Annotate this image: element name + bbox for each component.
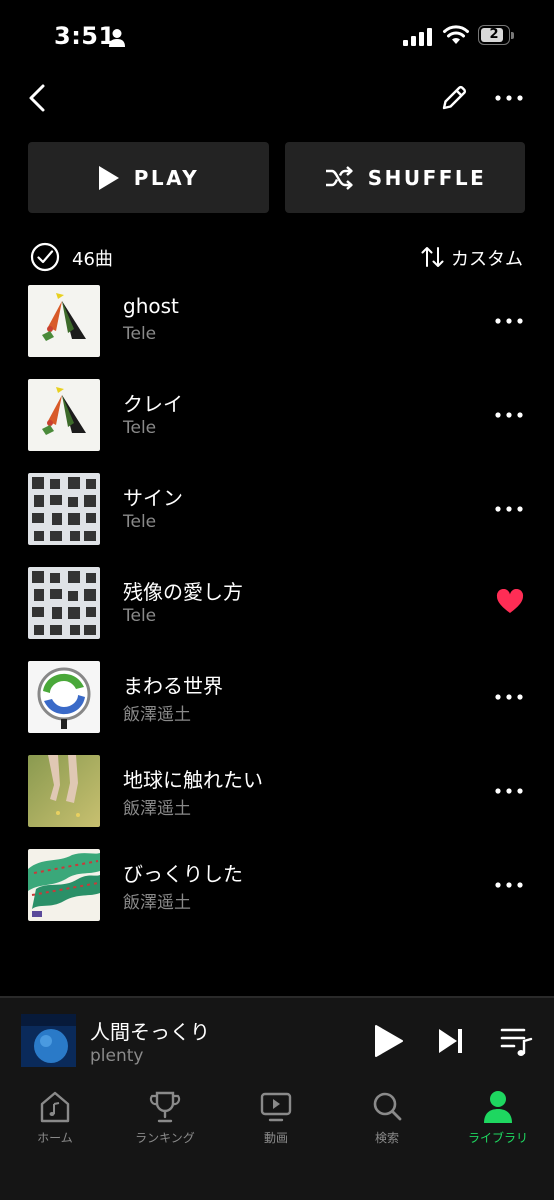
shuffle-button[interactable]: SHUFFLE [285, 142, 525, 213]
nav-label-search: 検索 [374, 1131, 399, 1145]
track-row[interactable]: ghost Tele [0, 285, 554, 379]
battery-level: 2 [489, 27, 499, 42]
nav-item-video[interactable]: 動画 [221, 1090, 331, 1150]
track-artist: Tele [123, 324, 157, 344]
album-art [28, 661, 100, 733]
album-art [28, 379, 100, 451]
video-icon [260, 1092, 292, 1122]
person-icon [109, 29, 125, 47]
home-icon [40, 1091, 70, 1123]
wifi-icon [443, 25, 469, 44]
track-artist: Tele [123, 512, 157, 532]
track-more-icon[interactable] [494, 495, 524, 523]
track-artist: Tele [123, 606, 157, 626]
sort-label[interactable]: カスタム [451, 245, 523, 271]
bottom-navigation: ホーム ランキング 動画 検索 ライブラリ [0, 1082, 554, 1200]
trophy-icon [149, 1091, 181, 1123]
play-icon [98, 165, 119, 190]
track-more-icon[interactable] [494, 871, 524, 899]
track-count: 46曲 [72, 249, 113, 270]
track-title: ghost [123, 294, 179, 318]
track-row[interactable]: クレイ Tele [0, 379, 554, 473]
album-art [28, 285, 100, 357]
track-row[interactable]: 地球に触れたい 飯澤遥土 [0, 755, 554, 849]
sort-icon[interactable] [421, 246, 445, 268]
track-title: サイン [123, 486, 183, 510]
nav-label-library: ライブラリ [467, 1131, 528, 1145]
play-all-button[interactable]: PLAY [28, 142, 269, 213]
nav-item-home[interactable]: ホーム [0, 1090, 110, 1150]
now-playing-art [21, 1014, 76, 1067]
shuffle-icon [325, 165, 353, 190]
track-more-icon[interactable] [494, 777, 524, 805]
track-artist: Tele [123, 418, 157, 438]
track-title: クレイ [123, 392, 183, 416]
nav-label-video: 動画 [263, 1131, 288, 1145]
track-title: 残像の愛し方 [123, 580, 243, 604]
nav-item-search[interactable]: 検索 [332, 1090, 442, 1150]
play-label: PLAY [133, 165, 200, 190]
edit-pencil-icon[interactable] [438, 82, 470, 114]
more-options-icon[interactable] [494, 84, 524, 112]
album-art [28, 567, 100, 639]
track-row[interactable]: まわる世界 飯澤遥土 [0, 661, 554, 755]
album-art [28, 849, 100, 921]
track-artist: 飯澤遥土 [123, 799, 191, 819]
battery-indicator: 2 [478, 25, 516, 47]
library-icon [484, 1091, 512, 1123]
nav-item-ranking[interactable]: ランキング [110, 1090, 220, 1150]
track-artist: 飯澤遥土 [123, 705, 191, 725]
nav-item-library[interactable]: ライブラリ [443, 1090, 553, 1150]
signal-icon [403, 28, 432, 46]
queue-icon[interactable] [500, 1025, 534, 1057]
shuffle-label: SHUFFLE [367, 165, 487, 190]
track-row[interactable]: びっくりした 飯澤遥土 [0, 849, 554, 943]
heart-icon[interactable] [496, 589, 524, 615]
search-icon [373, 1092, 402, 1121]
status-time: 3:51 [54, 22, 116, 50]
play-icon[interactable] [372, 1024, 404, 1058]
back-button[interactable] [24, 82, 54, 114]
nav-label-ranking: ランキング [135, 1131, 195, 1145]
track-title: びっくりした [123, 862, 243, 886]
select-check-icon[interactable] [30, 242, 60, 272]
album-art [28, 473, 100, 545]
track-artist: 飯澤遥土 [123, 893, 191, 913]
album-art [28, 755, 100, 827]
now-playing-title: 人間そっくり [90, 1020, 210, 1044]
track-title: 地球に触れたい [123, 768, 263, 792]
track-more-icon[interactable] [494, 307, 524, 335]
skip-next-icon[interactable] [436, 1026, 466, 1056]
track-more-icon[interactable] [494, 401, 524, 429]
track-title: まわる世界 [123, 674, 223, 698]
now-playing-artist: plenty [90, 1046, 144, 1066]
nav-label-home: ホーム [37, 1131, 73, 1145]
track-row[interactable]: 残像の愛し方 Tele [0, 567, 554, 661]
mini-player[interactable]: 人間そっくり plenty [0, 996, 554, 1082]
track-more-icon[interactable] [494, 683, 524, 711]
track-row[interactable]: サイン Tele [0, 473, 554, 567]
